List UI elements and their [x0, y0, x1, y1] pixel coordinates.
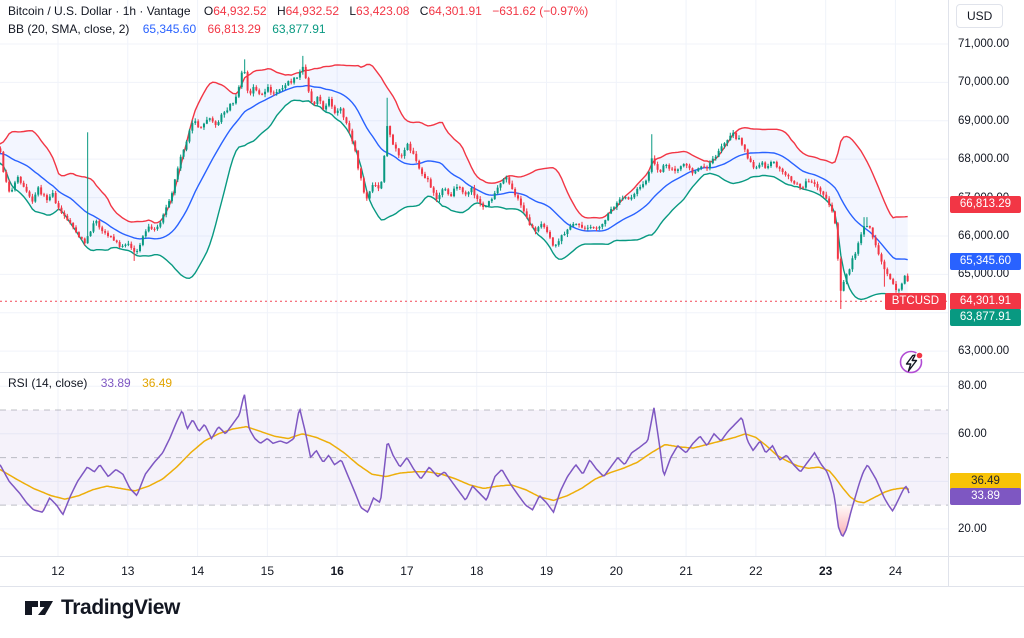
price-axis-separator [948, 0, 949, 586]
time-tick: 21 [679, 564, 693, 578]
price-change: −631.62 (−0.97%) [492, 4, 589, 18]
time-tick: 14 [190, 564, 205, 578]
tradingview-logo[interactable]: TradingView [24, 596, 180, 620]
symbol-price-tag: BTCUSD [884, 292, 946, 310]
symbol-title[interactable]: Bitcoin / U.S. Dollar · 1h · Vantage [8, 4, 191, 18]
rsi-pane [0, 394, 948, 538]
chart-canvas[interactable] [0, 0, 1024, 588]
time-tick: 22 [749, 564, 763, 578]
bb-label[interactable]: BB (20, SMA, close, 2) [8, 22, 129, 36]
rsi-value: 33.89 [100, 376, 131, 390]
ohlc-high: H64,932.52 [276, 4, 340, 18]
ohlc-low: L63,423.08 [349, 4, 410, 18]
ohlc-close: C64,301.91 [419, 4, 482, 18]
currency-button[interactable]: USD [956, 4, 1004, 28]
time-tick: 16 [330, 564, 344, 578]
price-tick: 66,000.00 [958, 229, 1010, 242]
price-tick: 68,000.00 [958, 153, 1010, 166]
bb-basis-value: 65,345.60 [142, 22, 197, 36]
price-tick: 69,000.00 [958, 114, 1010, 127]
rsi-tick: 60.00 [958, 427, 987, 440]
rsi-tick: 80.00 [958, 380, 987, 393]
bb-legend: BB (20, SMA, close, 2) 65,345.60 66,813.… [8, 22, 326, 36]
bb-upper-value: 66,813.29 [207, 22, 261, 36]
time-tick: 20 [609, 564, 623, 578]
symbol-legend: Bitcoin / U.S. Dollar · 1h · Vantage O64… [8, 4, 588, 18]
rsi-tick: 20.00 [958, 522, 987, 535]
time-tick: 18 [470, 564, 484, 578]
time-tick: 12 [51, 564, 65, 578]
footer-separator [0, 586, 1024, 587]
time-tick: 13 [121, 564, 135, 578]
time-tick: 15 [260, 564, 275, 578]
rsi-axis-label: 33.89 [950, 488, 1021, 506]
pane-separator[interactable] [0, 372, 1024, 373]
ohlc-open: O64,932.52 [203, 4, 267, 18]
bb-upper-axis-label: 66,813.29 [950, 196, 1021, 214]
flash-event-icon[interactable] [895, 345, 929, 379]
logo-text: TradingView [61, 596, 180, 619]
rsi-label[interactable]: RSI (14, close) [8, 376, 87, 390]
time-axis-separator [0, 556, 1024, 557]
bollinger-bands [0, 63, 909, 304]
last-price-axis-label: 64,301.91 [950, 292, 1021, 310]
price-tick: 63,000.00 [958, 345, 1010, 358]
rsi-legend: RSI (14, close) 33.89 36.49 [8, 376, 172, 390]
price-tick: 70,000.00 [958, 76, 1010, 89]
notification-dot [915, 351, 924, 360]
rsi-ma-value: 36.49 [142, 376, 173, 390]
tradingview-mark-icon [25, 601, 53, 615]
bb-lower-value: 63,877.91 [272, 22, 326, 36]
bb-lower-axis-label: 63,877.91 [950, 308, 1021, 326]
time-tick: 24 [888, 564, 903, 578]
time-tick: 17 [400, 564, 414, 578]
chart-window: Bitcoin / U.S. Dollar · 1h · Vantage O64… [0, 0, 1024, 638]
price-tick: 71,000.00 [958, 37, 1010, 50]
time-tick: 23 [818, 564, 833, 578]
time-tick: 19 [539, 564, 554, 578]
bb-basis-axis-label: 65,345.60 [950, 252, 1021, 270]
